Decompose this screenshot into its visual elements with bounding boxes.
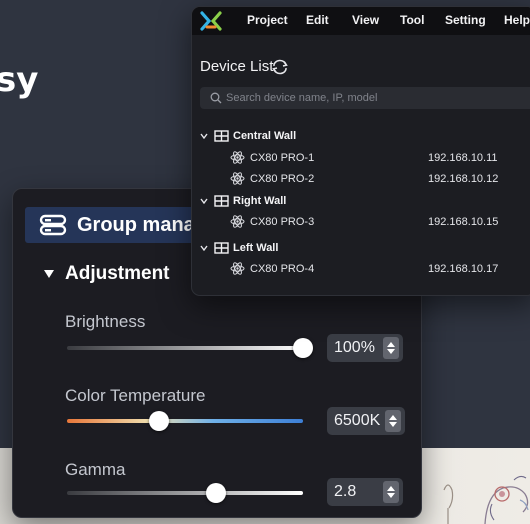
stepper-arrows-icon[interactable] [383, 337, 399, 359]
caret-down-icon [44, 270, 54, 278]
menu-bar: Project Edit View Tool Setting Help [192, 7, 530, 35]
adjustment-section-toggle[interactable]: Adjustment [43, 263, 170, 285]
wall-group-icon [214, 242, 229, 254]
stepper-arrows-icon[interactable] [383, 481, 399, 503]
gamma-value: 2.8 [334, 483, 357, 500]
color-temperature-label: Color Temperature [65, 386, 206, 405]
stepper-arrows-icon[interactable] [385, 410, 401, 432]
brightness-slider-track[interactable] [67, 346, 303, 350]
app-logo-icon [200, 11, 222, 31]
group-row-central-wall[interactable]: Central Wall [200, 130, 296, 142]
chevron-down-icon[interactable] [200, 245, 208, 251]
device-name: CX80 PRO-4 [250, 263, 315, 275]
refresh-icon[interactable] [271, 59, 289, 75]
brightness-spinbox[interactable]: 100% [327, 334, 403, 362]
group-row-left-wall[interactable]: Left Wall [200, 242, 278, 254]
atom-device-icon [230, 262, 245, 275]
atom-device-icon [230, 151, 245, 164]
group-name: Right Wall [233, 195, 287, 207]
chevron-down-icon[interactable] [200, 198, 208, 204]
background-headline: sy [0, 60, 39, 100]
gamma-label: Gamma [65, 460, 126, 479]
device-ip: 192.168.10.15 [428, 216, 499, 228]
wall-group-icon [214, 130, 229, 142]
brightness-label: Brightness [65, 312, 146, 331]
atom-device-icon [230, 215, 245, 228]
device-list-title: Device List [200, 58, 274, 75]
device-search-input[interactable] [226, 87, 526, 109]
device-ip: 192.168.10.12 [428, 173, 499, 185]
atom-device-icon [230, 172, 245, 185]
color-temperature-value: 6500K [334, 412, 381, 429]
device-row-cx80-pro-3[interactable]: CX80 PRO-3 192.168.10.15 [230, 214, 530, 230]
menu-view[interactable]: View [352, 13, 379, 27]
menu-project[interactable]: Project [247, 13, 288, 27]
device-row-cx80-pro-2[interactable]: CX80 PRO-2 192.168.10.12 [230, 171, 530, 187]
device-ip: 192.168.10.11 [428, 152, 498, 164]
search-icon [210, 92, 222, 104]
gamma-slider-track[interactable] [67, 491, 303, 495]
group-name: Left Wall [233, 242, 279, 254]
device-name: CX80 PRO-1 [250, 152, 315, 164]
device-row-cx80-pro-4[interactable]: CX80 PRO-4 192.168.10.17 [230, 261, 530, 277]
menu-tool[interactable]: Tool [400, 13, 424, 27]
device-list-window: Project Edit View Tool Setting Help Devi… [191, 6, 530, 296]
gamma-slider-handle[interactable] [205, 483, 226, 503]
device-ip: 192.168.10.17 [428, 263, 499, 275]
gamma-spinbox[interactable]: 2.8 [327, 478, 403, 506]
background-illustration [443, 475, 529, 524]
color-temperature-slider-handle[interactable] [149, 411, 170, 431]
section-title: Adjustment [65, 263, 170, 284]
wall-group-icon [214, 195, 229, 207]
group-name: Central Wall [233, 130, 297, 142]
brightness-value: 100% [334, 339, 375, 356]
chevron-down-icon[interactable] [200, 133, 208, 139]
group-row-right-wall[interactable]: Right Wall [200, 195, 286, 207]
color-temperature-spinbox[interactable]: 6500K [327, 407, 405, 435]
group-icon [39, 214, 67, 236]
device-name: CX80 PRO-2 [250, 173, 315, 185]
panel-title: Group manag [77, 213, 208, 236]
menu-edit[interactable]: Edit [306, 13, 329, 27]
device-row-cx80-pro-1[interactable]: CX80 PRO-1 192.168.10.11 [230, 150, 530, 166]
device-name: CX80 PRO-3 [250, 216, 315, 228]
color-temperature-slider-track[interactable] [67, 419, 303, 423]
menu-help[interactable]: Help [504, 13, 530, 27]
brightness-slider-handle[interactable] [293, 338, 313, 358]
menu-setting[interactable]: Setting [445, 13, 486, 27]
device-search-box[interactable] [200, 87, 530, 109]
